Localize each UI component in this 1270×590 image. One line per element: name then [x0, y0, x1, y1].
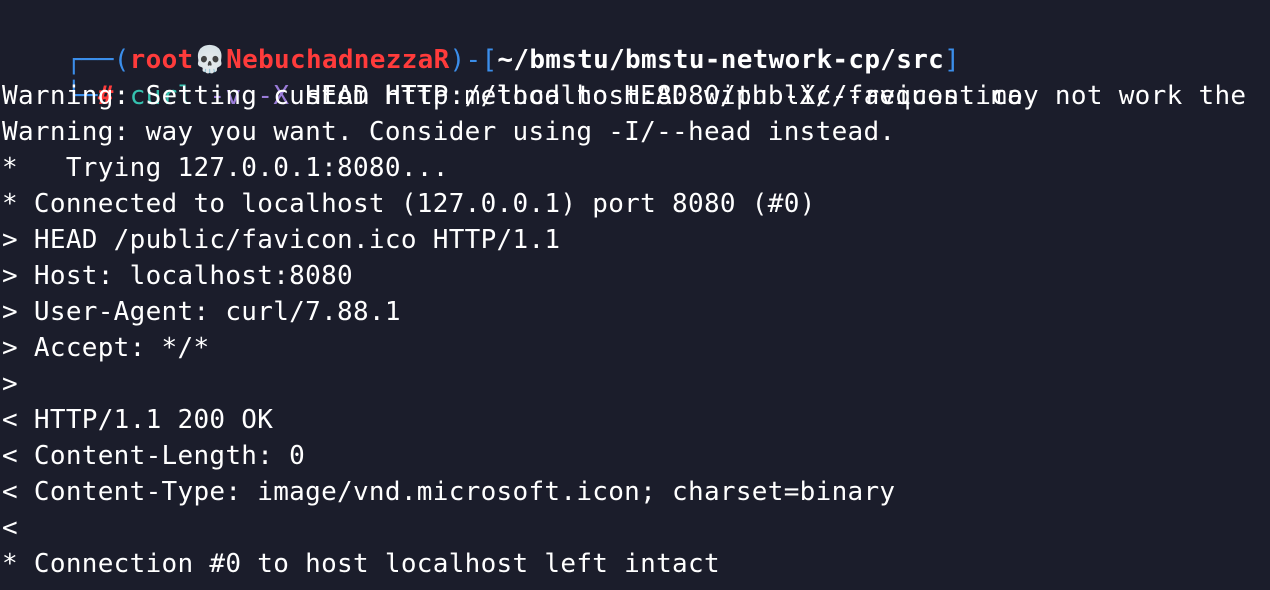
output-line: > User-Agent: curl/7.88.1 — [2, 297, 401, 327]
prompt-line-top: ┌──(root💀NebuchadnezzaR)-[~/bmstu/bmstu-… — [2, 6, 960, 75]
output-line: * Trying 127.0.0.1:8080... — [2, 153, 449, 183]
output-line: * Connection #0 to host localhost left i… — [2, 549, 720, 579]
output-line: < Content-Type: image/vnd.microsoft.icon… — [2, 477, 896, 507]
output-line: < HTTP/1.1 200 OK — [2, 405, 274, 435]
output-line: Warning: Setting custom HTTP method to H… — [2, 81, 1247, 111]
output-line: > Accept: */* — [2, 333, 210, 363]
output-line: > — [2, 369, 18, 399]
output-line: < Content-Length: 0 — [2, 441, 306, 471]
output-line: > HEAD /public/favicon.ico HTTP/1.1 — [2, 225, 561, 255]
output-line: Warning: way you want. Consider using -I… — [2, 117, 896, 147]
output-line: < — [2, 513, 18, 543]
prompt-line-command[interactable]: └─# curl -v -X HEAD http://localhost:808… — [2, 42, 1023, 111]
terminal-window[interactable]: ┌──(root💀NebuchadnezzaR)-[~/bmstu/bmstu-… — [0, 0, 1270, 590]
output-line: * Connected to localhost (127.0.0.1) por… — [2, 189, 816, 219]
output-line: > Host: localhost:8080 — [2, 261, 353, 291]
